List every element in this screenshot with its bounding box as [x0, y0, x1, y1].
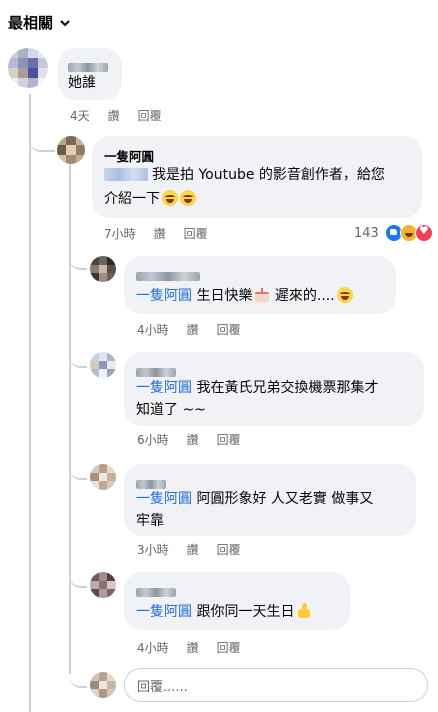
reply-meta: 4小時 讚 回覆	[137, 639, 241, 656]
mention-link[interactable]: 一隻阿圓	[136, 491, 192, 507]
thread-curve-input	[69, 664, 87, 688]
avatar[interactable]	[57, 136, 85, 164]
like-button[interactable]: 讚	[108, 107, 120, 124]
author-name-blurred[interactable]	[136, 582, 176, 601]
reaction-count: 143	[354, 225, 379, 241]
reply-button[interactable]: 回覆	[138, 107, 162, 124]
reply-text: 一隻阿圓 我在黃氏兄弟交換機票那集才	[136, 380, 379, 396]
reply-time[interactable]: 6小時	[137, 431, 169, 448]
reply-button[interactable]: 回覆	[217, 321, 241, 338]
reply-text-line2: 牢靠	[136, 513, 164, 529]
sort-label: 最相關	[8, 14, 54, 32]
thumbs-up-emoji-icon	[296, 603, 312, 619]
thread-curve-r3	[69, 454, 87, 480]
avatar[interactable]	[90, 464, 116, 490]
comment-bubble: 一隻阿圓 我是拍 Youtube 的影音創作者，給您 介紹一下	[92, 136, 422, 218]
avatar[interactable]	[8, 48, 48, 88]
chevron-down-icon	[60, 19, 70, 26]
reply-text: 一隻阿圓 阿圓形象好 人又老實 做事又	[136, 491, 374, 507]
reply-time[interactable]: 3小時	[137, 541, 169, 558]
like-button[interactable]: 讚	[187, 639, 199, 656]
comment-time[interactable]: 4天	[70, 107, 90, 124]
reply-input-placeholder: 回覆......	[137, 679, 188, 695]
thread-curve-r4	[69, 562, 87, 588]
reply-button[interactable]: 回覆	[217, 639, 241, 656]
comment-text: 她誰	[68, 75, 96, 91]
author-name-blurred[interactable]	[136, 266, 200, 285]
reply-text: 一隻阿圓 跟你同一天生日	[136, 602, 312, 623]
mention-link[interactable]: 一隻阿圓	[136, 380, 192, 396]
comment-meta: 4天 讚 回覆	[70, 107, 162, 124]
like-button[interactable]: 讚	[187, 321, 199, 338]
reply-bubble: 一隻阿圓 跟你同一天生日	[124, 572, 350, 630]
reply-button[interactable]: 回覆	[184, 225, 208, 242]
laughing-emoji-icon	[162, 190, 178, 206]
like-button[interactable]: 讚	[187, 541, 199, 558]
like-button[interactable]: 讚	[154, 225, 166, 242]
mention-blurred[interactable]	[104, 168, 148, 181]
avatar[interactable]	[90, 352, 116, 378]
sort-dropdown[interactable]: 最相關	[8, 12, 71, 33]
mention-link[interactable]: 一隻阿圓	[136, 288, 192, 304]
mention-link[interactable]: 一隻阿圓	[136, 604, 192, 620]
reply-bubble: 一隻阿圓 阿圓形象好 人又老實 做事又 牢靠	[124, 464, 416, 536]
birthday-cake-emoji-icon	[254, 287, 271, 303]
author-name[interactable]: 一隻阿圓	[104, 146, 154, 165]
laughing-emoji-icon	[336, 287, 353, 303]
thread-curve-r1	[69, 244, 87, 270]
comment-text-line2: 介紹一下	[104, 189, 196, 210]
thread-line-main	[29, 94, 31, 712]
avatar[interactable]	[90, 256, 116, 282]
reply-time[interactable]: 4小時	[137, 321, 169, 338]
reply-meta: 3小時 讚 回覆	[137, 541, 241, 558]
like-button[interactable]: 讚	[187, 431, 199, 448]
reply-bubble: 一隻阿圓 生日快樂 遲來的....	[124, 256, 396, 314]
laughing-emoji-icon	[180, 190, 196, 206]
thread-curve-c2	[29, 126, 55, 152]
reply-meta: 4小時 讚 回覆	[137, 321, 241, 338]
reply-time[interactable]: 4小時	[137, 639, 169, 656]
current-user-avatar	[90, 672, 116, 698]
reply-input[interactable]: 回覆......	[124, 668, 428, 702]
reply-text: 一隻阿圓 生日快樂 遲來的....	[136, 286, 353, 307]
reply-button[interactable]: 回覆	[217, 541, 241, 558]
reaction-summary[interactable]: 143	[354, 224, 433, 242]
comment-time[interactable]: 7小時	[104, 225, 136, 242]
reply-button[interactable]: 回覆	[217, 431, 241, 448]
avatar[interactable]	[90, 572, 116, 598]
comment-meta: 7小時 讚 回覆	[104, 225, 208, 242]
thread-line-replies	[69, 164, 71, 674]
comment-bubble: 她誰	[58, 48, 122, 100]
thread-curve-r2	[69, 342, 87, 368]
love-reaction-icon	[414, 224, 433, 242]
comment-text: 我是拍 Youtube 的影音創作者，給您	[104, 165, 385, 186]
reply-bubble: 一隻阿圓 我在黃氏兄弟交換機票那集才 知道了 ~~	[124, 352, 424, 426]
reply-text-line2: 知道了 ~~	[136, 402, 206, 418]
reply-meta: 6小時 讚 回覆	[137, 431, 241, 448]
